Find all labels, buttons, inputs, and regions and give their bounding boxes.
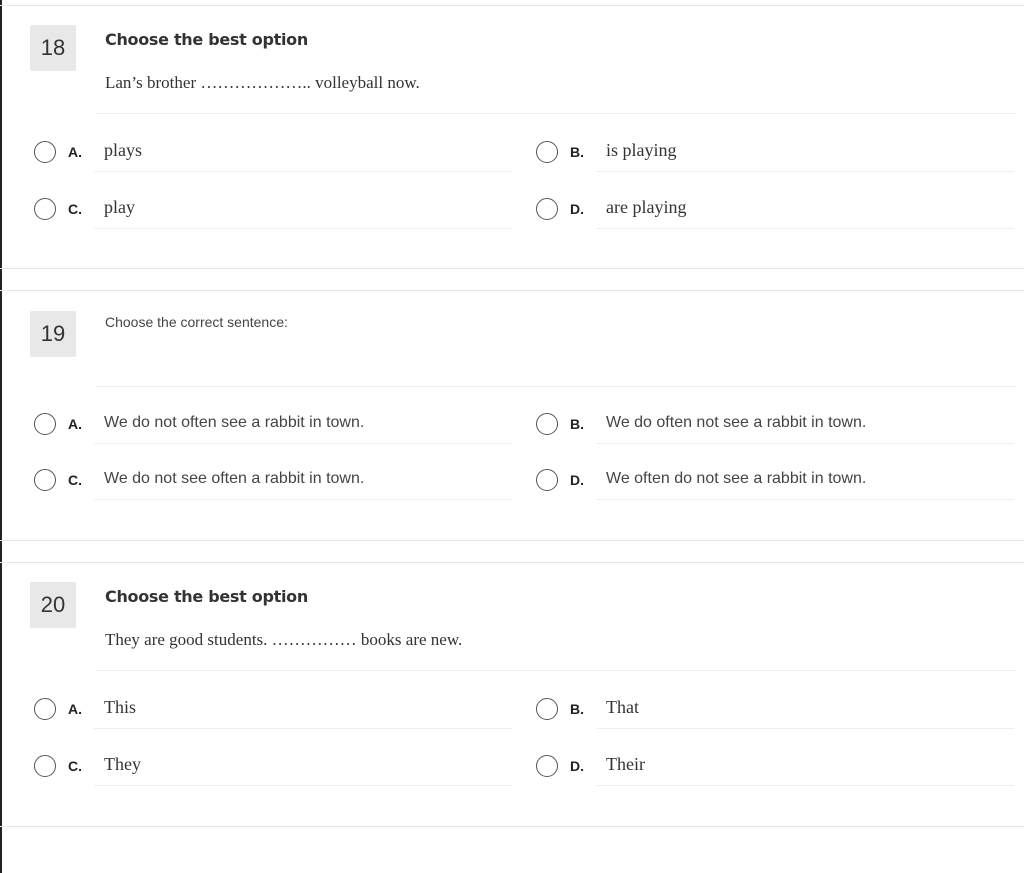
option-text: is playing xyxy=(606,140,677,160)
separator xyxy=(96,670,1016,671)
option-text: Their xyxy=(606,754,645,774)
radio-button[interactable] xyxy=(34,755,56,777)
option-text: We do not often see a rabbit in town. xyxy=(104,414,365,431)
divider xyxy=(0,5,1024,6)
divider xyxy=(0,826,1024,827)
option-d[interactable]: D. We often do not see a rabbit in town. xyxy=(536,456,1016,512)
option-letter: C. xyxy=(68,472,82,488)
radio-button[interactable] xyxy=(536,413,558,435)
option-letter: D. xyxy=(570,758,584,774)
option-text: We often do not see a rabbit in town. xyxy=(606,470,867,487)
option-b[interactable]: B. We do often not see a rabbit in town. xyxy=(536,400,1016,456)
question-number: 19 xyxy=(30,311,76,357)
option-text: They xyxy=(104,754,141,774)
radio-button[interactable] xyxy=(536,141,558,163)
option-underline xyxy=(94,171,512,172)
radio-button[interactable] xyxy=(34,413,56,435)
left-border xyxy=(0,0,2,873)
question-number: 20 xyxy=(30,582,76,628)
option-c[interactable]: C. play xyxy=(34,185,514,241)
option-letter: B. xyxy=(570,701,584,717)
option-underline xyxy=(94,728,512,729)
option-letter: B. xyxy=(570,144,584,160)
option-letter: C. xyxy=(68,758,82,774)
radio-button[interactable] xyxy=(536,698,558,720)
radio-button[interactable] xyxy=(34,198,56,220)
option-a[interactable]: A. plays xyxy=(34,128,514,184)
option-d[interactable]: D. Their xyxy=(536,742,1016,798)
radio-button[interactable] xyxy=(34,469,56,491)
option-text: This xyxy=(104,697,137,717)
question-title: Choose the best option xyxy=(105,587,308,606)
divider xyxy=(0,540,1024,541)
option-underline xyxy=(596,171,1014,172)
option-b[interactable]: B. That xyxy=(536,685,1016,741)
option-letter: B. xyxy=(570,416,584,432)
option-b[interactable]: B. is playing xyxy=(536,128,1016,184)
radio-button[interactable] xyxy=(536,469,558,491)
option-letter: A. xyxy=(68,416,82,432)
option-a[interactable]: A. This xyxy=(34,685,514,741)
option-c[interactable]: C. They xyxy=(34,742,514,798)
option-underline xyxy=(94,499,512,500)
radio-button[interactable] xyxy=(34,698,56,720)
option-letter: D. xyxy=(570,472,584,488)
option-underline xyxy=(596,499,1014,500)
option-text: are playing xyxy=(606,197,687,217)
radio-button[interactable] xyxy=(34,141,56,163)
option-d[interactable]: D. are playing xyxy=(536,185,1016,241)
option-underline xyxy=(596,443,1014,444)
question-text: They are good students. …………… books are … xyxy=(105,630,463,649)
question-text: Lan’s brother ……………….. volleyball now. xyxy=(105,73,420,92)
option-text: play xyxy=(104,197,135,217)
option-a[interactable]: A. We do not often see a rabbit in town. xyxy=(34,400,514,456)
divider xyxy=(0,562,1024,563)
option-text: We do not see often a rabbit in town. xyxy=(104,470,365,487)
separator xyxy=(96,386,1016,387)
option-text: That xyxy=(606,697,639,717)
option-underline xyxy=(94,443,512,444)
option-letter: D. xyxy=(570,201,584,217)
option-underline xyxy=(94,228,512,229)
question-title: Choose the correct sentence: xyxy=(105,314,288,330)
option-underline xyxy=(596,785,1014,786)
option-letter: C. xyxy=(68,201,82,217)
question-title: Choose the best option xyxy=(105,30,308,49)
question-number: 18 xyxy=(30,25,76,71)
radio-button[interactable] xyxy=(536,198,558,220)
divider xyxy=(0,268,1024,269)
option-text: plays xyxy=(104,140,142,160)
separator xyxy=(96,113,1016,114)
radio-button[interactable] xyxy=(536,755,558,777)
option-text: We do often not see a rabbit in town. xyxy=(606,414,867,431)
option-underline xyxy=(94,785,512,786)
option-letter: A. xyxy=(68,701,82,717)
option-underline xyxy=(596,728,1014,729)
divider xyxy=(0,290,1024,291)
option-c[interactable]: C. We do not see often a rabbit in town. xyxy=(34,456,514,512)
option-underline xyxy=(596,228,1014,229)
option-letter: A. xyxy=(68,144,82,160)
